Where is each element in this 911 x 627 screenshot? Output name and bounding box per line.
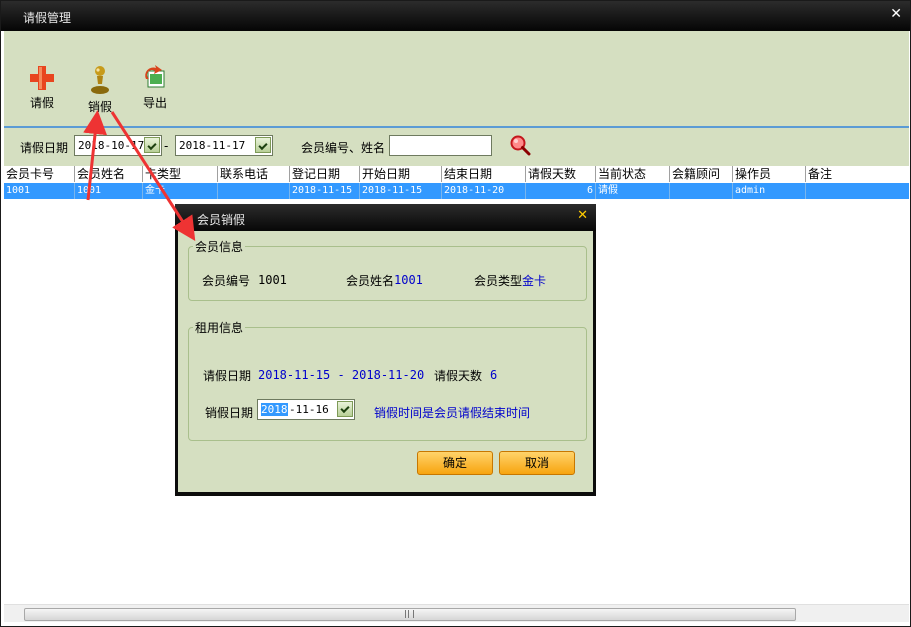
cell-end-date: 2018-11-20: [442, 183, 526, 199]
leave-button-label: 请假: [29, 96, 54, 110]
date-from-picker[interactable]: 2018-10-17: [74, 135, 162, 156]
window-title: 请假管理: [23, 11, 72, 25]
close-icon[interactable]: ✕: [577, 208, 588, 223]
cell-status: 请假: [596, 183, 670, 199]
cancel-leave-dialog: 会员销假 ✕ 会员信息 会员编号 1001 会员姓名 1001 会员类型 金卡 …: [175, 204, 596, 496]
member-search-input[interactable]: [389, 135, 492, 156]
member-no-value: 1001: [258, 273, 287, 287]
column-header[interactable]: 卡类型: [143, 166, 218, 182]
column-header[interactable]: 开始日期: [360, 166, 442, 182]
column-header[interactable]: 结束日期: [442, 166, 526, 182]
cancel-date-label: 销假日期: [205, 406, 254, 420]
column-header[interactable]: 联系电话: [218, 166, 290, 182]
member-name-label: 会员姓名: [346, 274, 395, 288]
rent-info-group: 租用信息: [188, 319, 587, 441]
toolbar: 请假 销假 导出: [4, 31, 909, 126]
member-info-group-label: 会员信息: [193, 238, 246, 255]
member-type-label: 会员类型: [474, 274, 523, 288]
member-search-label: 会员编号、姓名: [301, 141, 386, 155]
column-header[interactable]: 会员卡号: [4, 166, 75, 182]
cell-days: 6: [526, 183, 596, 199]
date-to-picker[interactable]: 2018-11-17: [175, 135, 273, 156]
search-icon: [510, 135, 531, 156]
cancel-leave-button-label: 销假: [87, 100, 112, 114]
leave-days-value: 6: [490, 368, 498, 382]
dialog-titlebar: 会员销假 ✕: [175, 204, 596, 231]
chevron-down-icon[interactable]: [255, 137, 271, 153]
member-name-value: 1001: [394, 273, 423, 287]
cell-card-no: 1001: [4, 183, 75, 199]
date-range-dash: -: [164, 139, 169, 153]
table-header: 会员卡号 会员姓名 卡类型 联系电话 登记日期 开始日期 结束日期 请假天数 当…: [4, 166, 909, 184]
plus-icon: [30, 66, 54, 90]
horizontal-scrollbar[interactable]: [4, 604, 909, 622]
member-no-label: 会员编号: [202, 274, 251, 288]
cell-reg-date: 2018-11-15: [290, 183, 360, 199]
column-header[interactable]: 登记日期: [290, 166, 360, 182]
filter-bar: 请假日期 2018-10-17 - 2018-11-17 会员编号、姓名: [4, 128, 909, 166]
dialog-body: 会员信息 会员编号 1001 会员姓名 1001 会员类型 金卡 租用信息 请假…: [178, 231, 593, 492]
window-titlebar: 请假管理 ✕: [1, 1, 910, 31]
cell-operator: admin: [733, 183, 806, 199]
date-filter-label: 请假日期: [20, 141, 69, 155]
scrollbar-grip-icon: [405, 610, 414, 618]
cancel-date-rest: -11-16: [289, 403, 329, 416]
cell-card-type: 金卡: [143, 183, 218, 199]
date-from-value: 2018-10-17: [78, 139, 145, 152]
cell-name: 1001: [75, 183, 143, 199]
cell-remark: [806, 183, 909, 199]
column-header[interactable]: 请假天数: [526, 166, 596, 182]
cancel-leave-button[interactable]: 销假: [80, 65, 120, 115]
date-to-value: 2018-11-17: [179, 139, 246, 152]
leave-days-label: 请假天数: [434, 369, 483, 383]
export-button-label: 导出: [142, 96, 167, 110]
leave-date-label: 请假日期: [203, 369, 252, 383]
column-header[interactable]: 会籍顾问: [670, 166, 733, 182]
cancel-date-picker[interactable]: 2018 -11-16: [257, 399, 355, 420]
cancel-date-selected: 2018: [261, 403, 288, 416]
cell-phone: [218, 183, 290, 199]
chevron-down-icon[interactable]: [144, 137, 160, 153]
excel-export-icon: [145, 65, 165, 88]
pawn-icon: [91, 66, 109, 94]
column-header[interactable]: 操作员: [733, 166, 806, 182]
leave-date-range: 2018-11-15 - 2018-11-20: [258, 368, 425, 382]
close-icon[interactable]: ✕: [890, 6, 902, 22]
table-row[interactable]: 1001 1001 金卡 2018-11-15 2018-11-15 2018-…: [4, 183, 909, 199]
cell-consultant: [670, 183, 733, 199]
column-header[interactable]: 备注: [806, 166, 909, 182]
cancel-date-note: 销假时间是会员请假结束时间: [374, 406, 531, 420]
cell-start-date: 2018-11-15: [360, 183, 442, 199]
dialog-title: 会员销假: [197, 213, 246, 227]
leave-button[interactable]: 请假: [22, 65, 62, 111]
column-header[interactable]: 会员姓名: [75, 166, 143, 182]
member-type-value: 金卡: [522, 274, 547, 288]
export-button[interactable]: 导出: [135, 65, 175, 111]
column-header[interactable]: 当前状态: [596, 166, 670, 182]
chevron-down-icon[interactable]: [337, 401, 353, 417]
ok-button[interactable]: 确定: [417, 451, 493, 475]
cancel-button[interactable]: 取消: [499, 451, 575, 475]
search-button[interactable]: [509, 134, 531, 156]
rent-info-group-label: 租用信息: [193, 319, 246, 336]
